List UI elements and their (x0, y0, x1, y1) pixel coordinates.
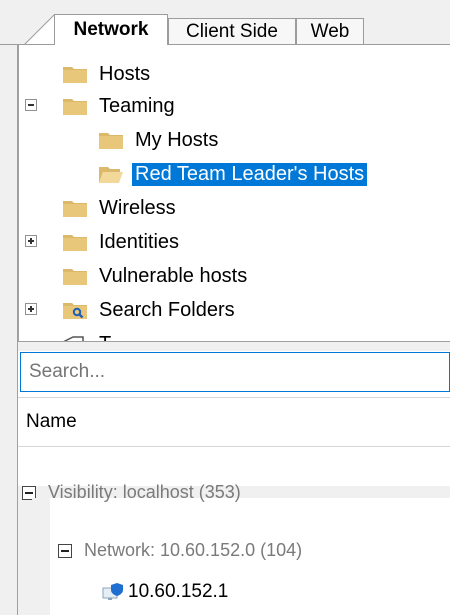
tree-item-label: Teaming (99, 94, 175, 117)
network-view-panel: Network Client Side Web Hosts Teaming My… (0, 0, 450, 615)
tab-client-side[interactable]: Client Side (168, 18, 296, 44)
tree-item-label: Search Folders (99, 298, 235, 321)
expand-toggle[interactable] (25, 303, 37, 315)
host-grid: Visibility: localhost (353) Network: 10.… (18, 448, 450, 615)
tree-item-partial[interactable]: T... (63, 329, 129, 341)
tree-item-my-hosts[interactable]: My Hosts (99, 125, 221, 155)
tree-item-hosts[interactable]: Hosts (63, 59, 153, 89)
tab-network[interactable]: Network (54, 14, 168, 45)
column-header-name[interactable]: Name (18, 397, 450, 447)
tree-item-label: Hosts (99, 62, 151, 85)
folder-icon (63, 199, 87, 217)
group-row-visibility[interactable]: Visibility: localhost (353) (22, 482, 241, 503)
tree-item-label: Red Team Leader's Hosts (132, 162, 368, 186)
search-input[interactable] (20, 352, 450, 392)
group-label: Network: 10.60.152.0 (104) (84, 540, 303, 560)
group-indent (18, 486, 32, 615)
group-label: Visibility: localhost (353) (48, 482, 241, 502)
left-margin (0, 0, 18, 615)
folder-icon (63, 267, 87, 285)
tree-item-teaming[interactable]: Teaming (63, 91, 178, 121)
left-border-line (17, 45, 18, 615)
collapse-toggle[interactable] (25, 99, 37, 111)
folder-icon (63, 65, 87, 83)
subgroup-indent (32, 498, 50, 615)
tree-item-label: T... (96, 333, 129, 342)
tab-strip: Network Client Side Web (0, 0, 450, 45)
tree-item-label: My Hosts (135, 128, 219, 151)
folder-icon (99, 131, 123, 149)
search-folder-icon (63, 301, 87, 319)
tree-item-wireless[interactable]: Wireless (63, 193, 179, 223)
folder-icon (63, 97, 87, 115)
tree-item-label: Wireless (99, 196, 176, 219)
folder-tree: Hosts Teaming My Hosts Red Team Leader's… (18, 45, 450, 341)
host-address: 10.60.152.1 (128, 581, 229, 602)
group-row-network[interactable]: Network: 10.60.152.0 (104) (58, 540, 302, 561)
tree-item-search-folders[interactable]: Search Folders (63, 295, 238, 325)
tree-item-red-team-leaders-hosts[interactable]: Red Team Leader's Hosts (99, 159, 368, 189)
tab-web[interactable]: Web (296, 18, 364, 44)
expand-toggle[interactable] (25, 235, 37, 247)
tree-item-identities[interactable]: Identities (63, 227, 182, 257)
tree-item-label: Vulnerable hosts (99, 264, 248, 287)
folder-icon (63, 233, 87, 251)
pane-splitter[interactable] (18, 341, 450, 351)
table-row[interactable]: 10.60.152.1 (102, 581, 228, 603)
folder-open-icon (99, 165, 123, 183)
collapse-toggle[interactable] (58, 543, 72, 558)
computer-shield-icon (102, 583, 123, 600)
tree-item-vulnerable-hosts[interactable]: Vulnerable hosts (63, 261, 250, 291)
tree-item-label: Identities (99, 230, 180, 253)
